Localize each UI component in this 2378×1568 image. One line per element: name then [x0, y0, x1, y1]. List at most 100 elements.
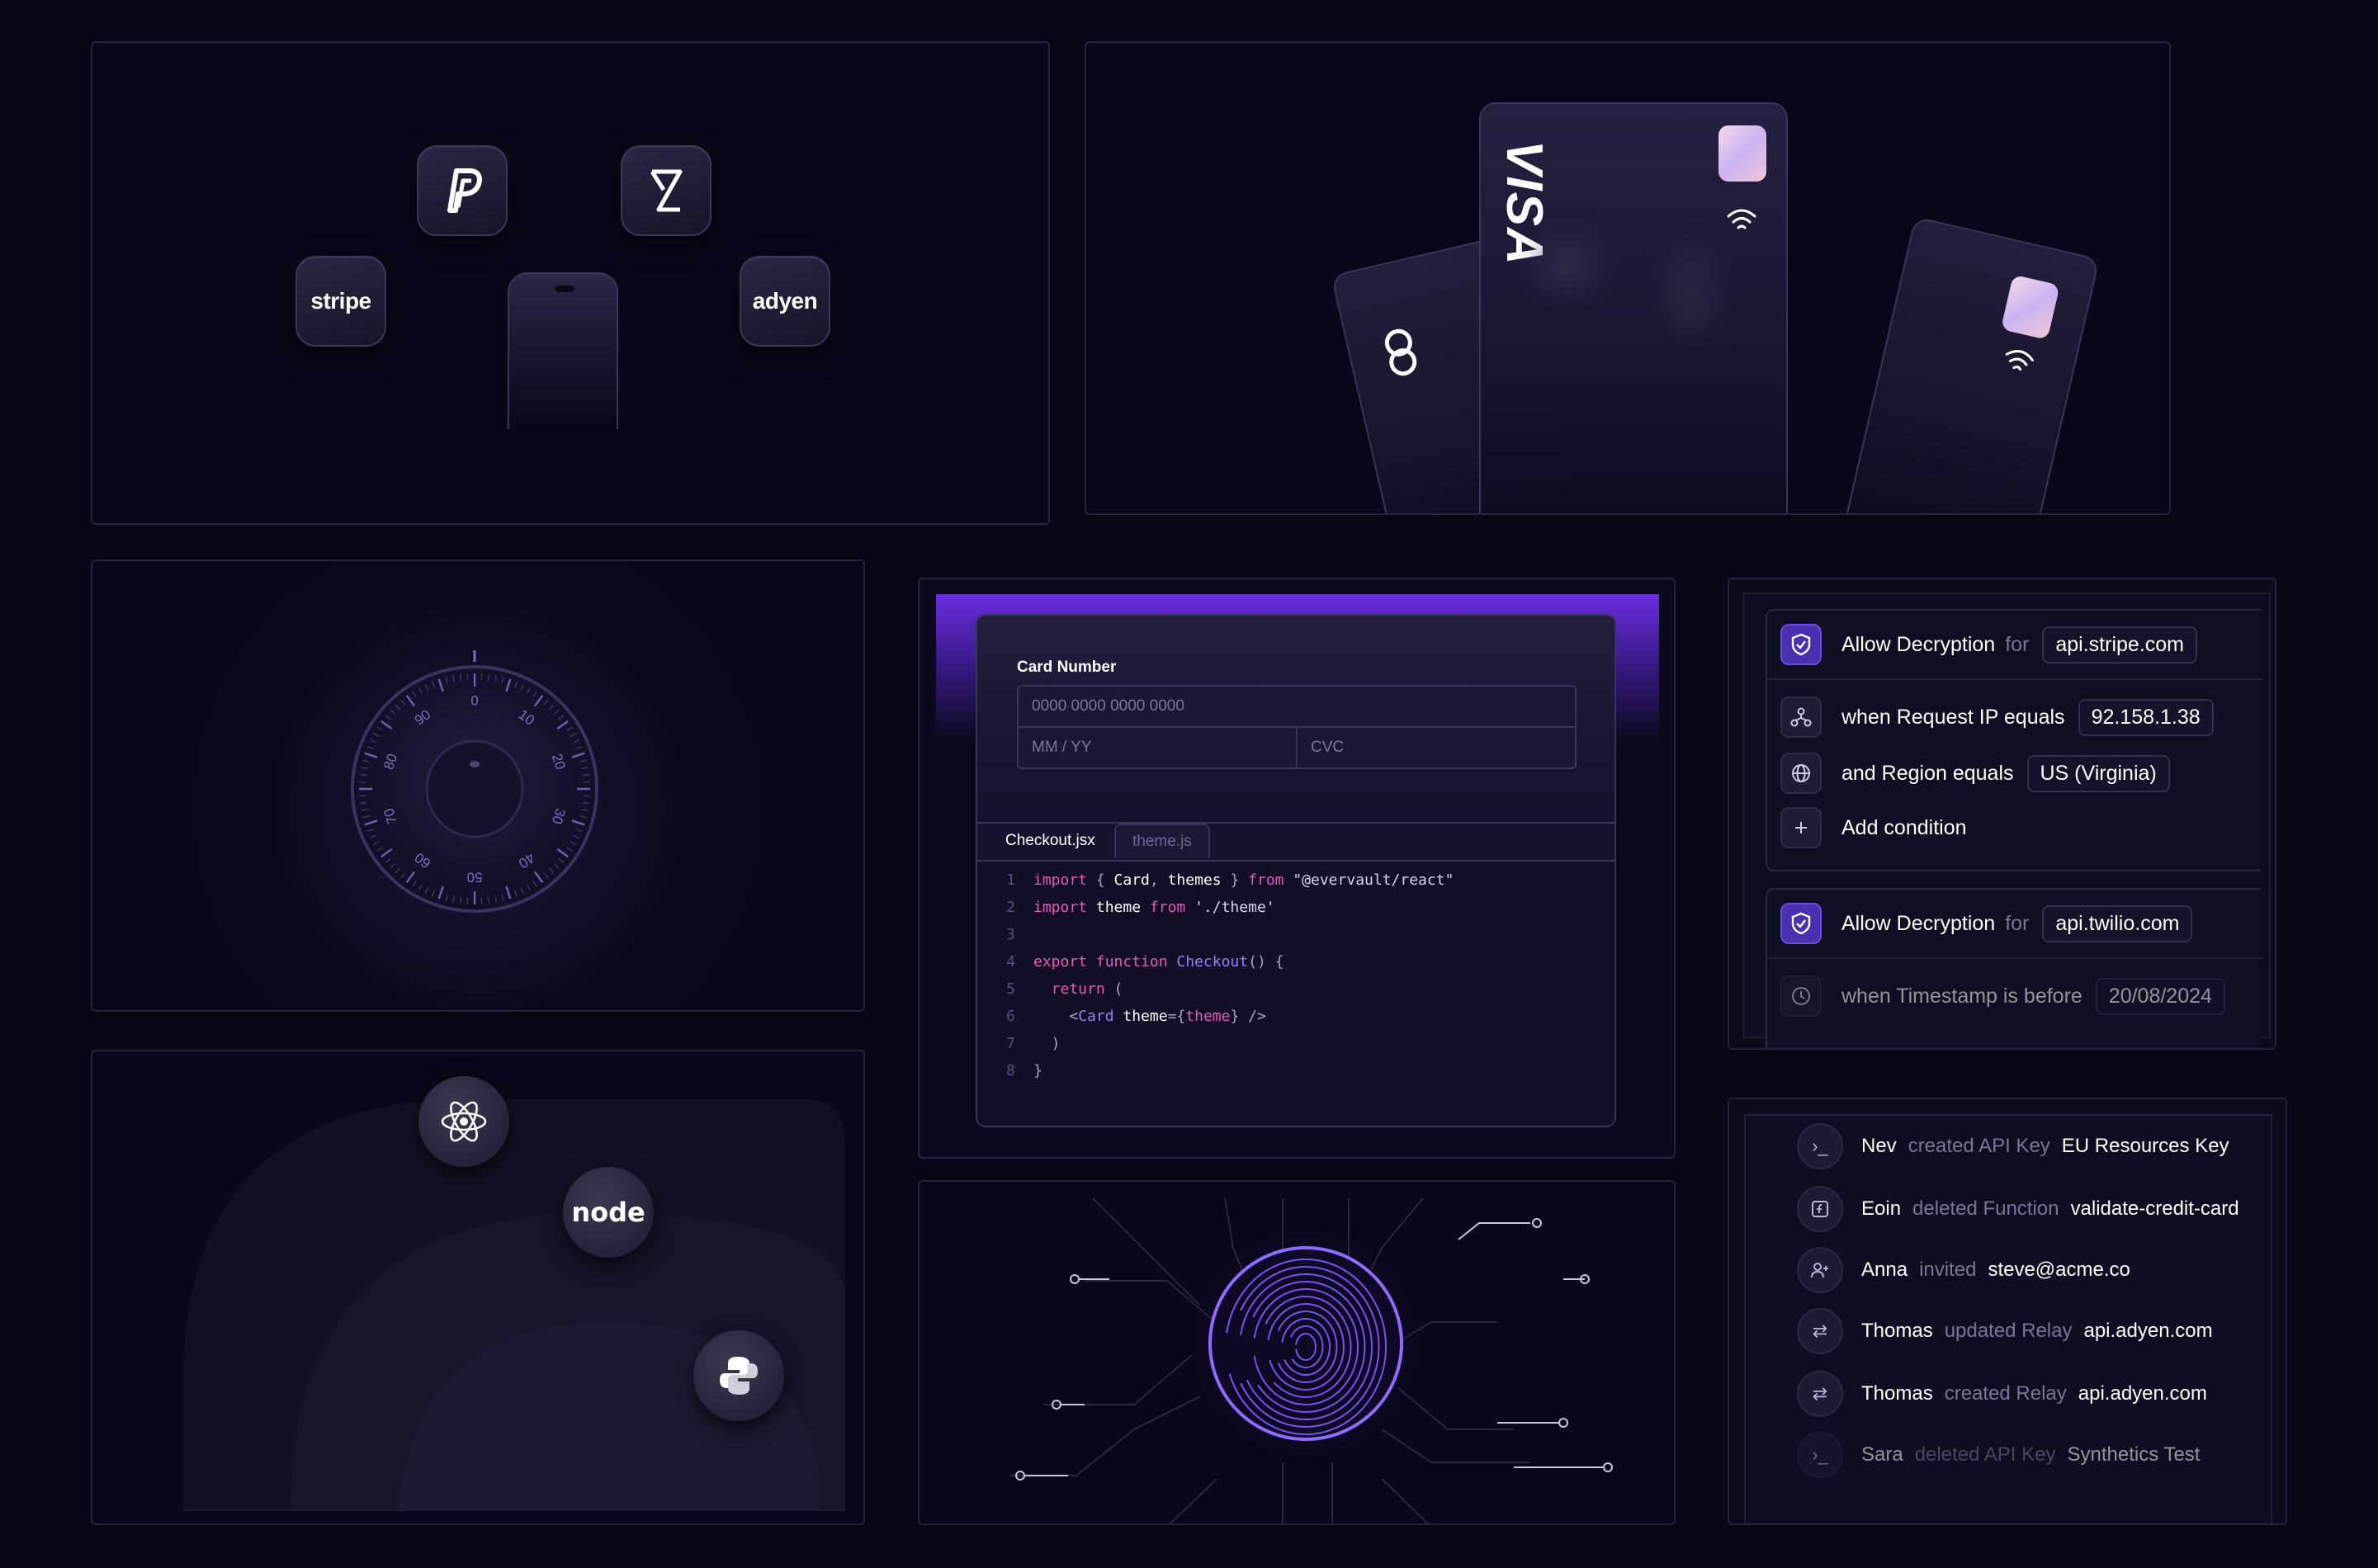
- code-token: "@evervault/react": [1284, 871, 1454, 889]
- checkout-logo-tile[interactable]: [621, 145, 712, 236]
- cvc-field[interactable]: CVC: [1296, 726, 1577, 769]
- activity-target: api.adyen.com: [2078, 1382, 2207, 1405]
- relay-icon: ⇄: [1797, 1308, 1843, 1354]
- paypal-logo-tile[interactable]: [417, 145, 508, 236]
- activity-user: Thomas: [1861, 1382, 1933, 1405]
- checkout-code-panel: Card Number 0000 0000 0000 0000 MM / YY …: [918, 578, 1676, 1159]
- line-number: 2: [1006, 898, 1015, 916]
- react-sdk-bubble[interactable]: [418, 1076, 509, 1167]
- clock-icon: [1780, 975, 1822, 1017]
- line-number: 3: [1006, 925, 1015, 943]
- code-token: theme: [1087, 898, 1150, 916]
- code-token: }: [1033, 1061, 1042, 1079]
- activity-target: Synthetics Test: [2067, 1443, 2201, 1466]
- expiry-field[interactable]: MM / YY: [1017, 726, 1298, 769]
- add-condition-label: Add condition: [1841, 815, 1967, 839]
- activity-action: deleted API Key: [1914, 1443, 2056, 1466]
- policy-value-chip[interactable]: api.stripe.com: [2042, 626, 2197, 664]
- line-number: 7: [1006, 1034, 1015, 1052]
- activity-action: invited: [1919, 1259, 1977, 1281]
- policy-text: Allow Decryption: [1841, 632, 1996, 656]
- decryption-policy-panel: Allow Decryption for api.stripe.com when…: [1728, 578, 2276, 1050]
- card-chip-icon: [1718, 125, 1766, 182]
- code-line: 3: [977, 921, 1614, 947]
- tab-checkout-jsx[interactable]: Checkout.jsx: [989, 824, 1112, 858]
- code-token: Checkout: [1167, 952, 1249, 971]
- policy-value-chip[interactable]: 92.158.1.38: [2078, 698, 2214, 736]
- editor-tab-bar: Checkout.jsx theme.js: [977, 822, 1614, 858]
- activity-user: Sara: [1861, 1443, 1903, 1466]
- activity-action: created API Key: [1908, 1135, 2050, 1157]
- policy-row[interactable]: Allow Decryption for api.stripe.com: [1780, 622, 2197, 667]
- terminal-icon: ›_: [1797, 1123, 1843, 1169]
- activity-user: Thomas: [1861, 1320, 1933, 1342]
- relay-icon: ⇄: [1797, 1371, 1843, 1417]
- policy-block-stripe: Allow Decryption for api.stripe.com when…: [1766, 609, 2262, 871]
- policy-condition-row[interactable]: and Region equals US (Virginia): [1780, 751, 2170, 796]
- policy-condition-row[interactable]: when Timestamp is before 20/08/2024: [1780, 974, 2225, 1018]
- code-token: './theme': [1185, 898, 1275, 916]
- activity-action: updated Relay: [1944, 1320, 2073, 1342]
- visa-card: VISA: [1479, 102, 1788, 513]
- react-icon: [441, 1101, 487, 1142]
- activity-item[interactable]: ⇄ Thomas created Relay api.adyen.com: [1797, 1370, 2207, 1418]
- dial-center-knob: [425, 739, 524, 838]
- activity-target: api.adyen.com: [2083, 1320, 2213, 1342]
- dial-tick: [582, 801, 589, 805]
- activity-item[interactable]: ›_ Nev created API Key EU Resources Key: [1797, 1122, 2229, 1170]
- policy-condition-row[interactable]: when Request IP equals 92.158.1.38: [1780, 695, 2214, 739]
- card-glow: [1539, 236, 1596, 294]
- adyen-logo-text: adyen: [752, 288, 818, 314]
- right-card: [1837, 216, 2101, 513]
- line-number: 8: [1006, 1061, 1015, 1079]
- code-token: () {: [1248, 952, 1284, 971]
- tab-theme-js[interactable]: theme.js: [1114, 824, 1210, 858]
- policy-text: when Timestamp is before: [1841, 984, 2083, 1008]
- adyen-logo-tile[interactable]: adyen: [740, 256, 830, 347]
- activity-item[interactable]: Eoin deleted Function validate-credit-ca…: [1797, 1185, 2239, 1233]
- card-number-field[interactable]: 0000 0000 0000 0000: [1017, 685, 1577, 728]
- policy-value-chip[interactable]: 20/08/2024: [2095, 977, 2225, 1015]
- activity-item[interactable]: Anna invited steve@acme.co: [1797, 1246, 2130, 1294]
- dial-tick: [360, 801, 367, 805]
- dial-tick: [480, 673, 483, 681]
- policy-value-chip[interactable]: api.twilio.com: [2042, 904, 2193, 942]
- combination-dial[interactable]: 0102030405060708090: [92, 561, 865, 1012]
- code-editor[interactable]: 1 import { Card, themes } from "@evervaul…: [977, 860, 1614, 1126]
- payment-integrations-panel: stripe adyen: [91, 41, 1050, 525]
- python-sdk-bubble[interactable]: [693, 1330, 784, 1421]
- code-token: themes: [1167, 871, 1222, 889]
- paypal-icon: [447, 168, 482, 213]
- checkout-icon: [650, 169, 683, 212]
- stripe-logo-text: stripe: [310, 288, 371, 314]
- line-number: 4: [1006, 952, 1015, 971]
- node-sdk-bubble[interactable]: node: [563, 1167, 654, 1258]
- expiry-placeholder: MM / YY: [1032, 739, 1092, 756]
- code-token: import: [1033, 898, 1088, 916]
- dial-tick: [360, 773, 367, 777]
- line-number: 5: [1006, 980, 1015, 998]
- terminal-icon: ›_: [1797, 1432, 1843, 1478]
- policy-value-chip[interactable]: US (Virginia): [2026, 754, 2170, 792]
- code-token: from: [1248, 871, 1284, 889]
- code-line: 5 return (: [977, 975, 1614, 1002]
- activity-item[interactable]: ⇄ Thomas updated Relay api.adyen.com: [1797, 1307, 2213, 1355]
- code-token: }: [1221, 871, 1249, 889]
- code-token: return: [1033, 980, 1105, 998]
- policy-text: when Request IP equals: [1841, 705, 2065, 729]
- code-token: {: [1087, 871, 1114, 889]
- user-plus-icon: [1797, 1247, 1843, 1293]
- policy-text: Allow Decryption: [1841, 911, 1996, 935]
- stripe-logo-tile[interactable]: stripe: [295, 256, 386, 347]
- code-line: 2 import theme from './theme': [977, 894, 1614, 920]
- function-icon: [1797, 1186, 1843, 1232]
- activity-item[interactable]: ›_ Sara deleted API Key Synthetics Test: [1797, 1431, 2200, 1479]
- add-condition-button[interactable]: Add condition: [1780, 805, 1967, 850]
- code-line: 8}: [977, 1057, 1614, 1084]
- globe-icon: [1780, 753, 1822, 794]
- row-divider: [1767, 957, 2262, 959]
- dial-tick: [459, 674, 462, 682]
- plus-icon: [1780, 807, 1822, 848]
- policy-row[interactable]: Allow Decryption for api.twilio.com: [1780, 901, 2193, 946]
- code-line: 7 ): [977, 1030, 1614, 1056]
